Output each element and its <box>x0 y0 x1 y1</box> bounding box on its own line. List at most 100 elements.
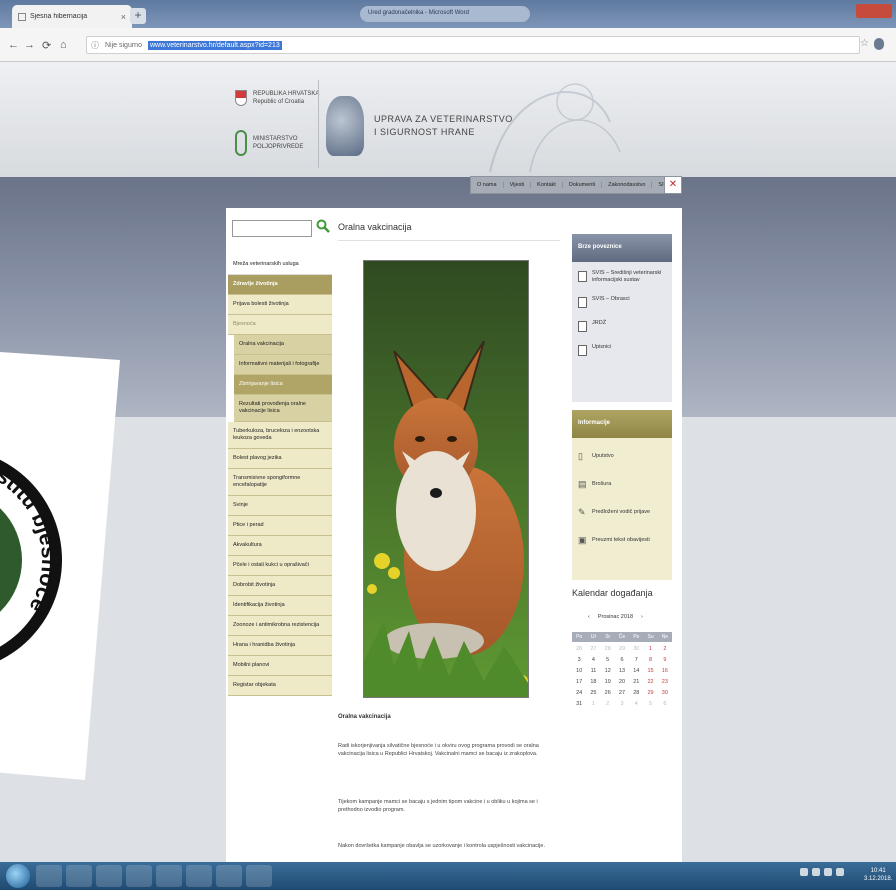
info-item[interactable]: ▤ Brošura <box>578 478 666 490</box>
browser-tab[interactable]: Sjesna hibernacija × <box>12 5 132 28</box>
calendar-day[interactable]: 12 <box>601 668 615 674</box>
calendar-day[interactable]: 3 <box>572 657 586 663</box>
calendar-day[interactable]: 4 <box>586 657 600 663</box>
logo-republic-croatia[interactable]: REPUBLIKA HRVATSKA Republic of Croatia <box>235 90 319 106</box>
leftnav-item[interactable]: Prijava bolesti životinja <box>228 295 332 315</box>
calendar-day[interactable]: 11 <box>586 668 600 674</box>
profile-icon[interactable] <box>874 38 884 50</box>
leftnav-item[interactable]: Identifikacija životinja <box>228 596 332 616</box>
leftnav-item[interactable]: Ptice i perad <box>228 516 332 536</box>
calendar-day[interactable]: 20 <box>615 679 629 685</box>
calendar-day[interactable]: 5 <box>601 657 615 663</box>
taskbar-media-icon[interactable] <box>96 865 122 887</box>
calendar-day[interactable]: 22 <box>643 679 657 685</box>
address-bar[interactable]: ⓘ Nije sigurno www.veterinarstvo.hr/defa… <box>86 36 860 54</box>
info-icon[interactable]: ⓘ <box>91 40 99 51</box>
start-button[interactable] <box>6 864 30 888</box>
leftnav-item[interactable]: Dobrobit životinja <box>228 576 332 596</box>
calendar-day[interactable]: 6 <box>615 657 629 663</box>
quick-link-item[interactable]: SVIS – Središnji veterinarski informacij… <box>578 270 666 284</box>
calendar-day[interactable]: 8 <box>643 657 657 663</box>
quick-link-item[interactable]: Upisnici <box>578 344 666 356</box>
back-icon[interactable]: ← <box>8 39 19 51</box>
taskbar-app-icon[interactable] <box>186 865 212 887</box>
calendar-day[interactable]: 7 <box>629 657 643 663</box>
topnav-item[interactable]: O nama <box>471 182 504 188</box>
calendar-day[interactable]: 14 <box>629 668 643 674</box>
logo-ministry[interactable]: MINISTARSTVO POLJOPRIVREDE <box>235 130 303 156</box>
calendar-day[interactable]: 26 <box>601 690 615 696</box>
language-flag-icon[interactable]: ✕ <box>664 176 682 194</box>
calendar-day[interactable]: 1 <box>643 646 657 652</box>
home-icon[interactable]: ⌂ <box>60 39 67 51</box>
forward-icon[interactable]: → <box>24 39 35 51</box>
taskbar-chrome-icon[interactable] <box>156 865 182 887</box>
url-text[interactable]: www.veterinarstvo.hr/default.aspx?id=213 <box>147 40 282 50</box>
calendar-day[interactable]: 16 <box>658 668 672 674</box>
info-item[interactable]: ▣ Preuzmi tekst obavijesti <box>578 534 666 546</box>
calendar-day[interactable]: 1 <box>586 701 600 707</box>
calendar-day[interactable]: 19 <box>601 679 615 685</box>
leftnav-item[interactable]: Hrana i hranidba životinja <box>228 636 332 656</box>
calendar-day[interactable]: 26 <box>572 646 586 652</box>
search-input[interactable] <box>232 220 312 237</box>
calendar-day[interactable]: 21 <box>629 679 643 685</box>
quick-link-item[interactable]: JRDŽ <box>578 320 666 332</box>
leftnav-item[interactable]: Informativni materijali i fotografije <box>234 355 332 375</box>
tray-network-icon[interactable] <box>824 868 832 876</box>
leftnav-item[interactable]: Registar objekata <box>228 676 332 696</box>
calendar-day[interactable]: 28 <box>601 646 615 652</box>
calendar-day[interactable]: 5 <box>643 701 657 707</box>
calendar-day[interactable]: 18 <box>586 679 600 685</box>
calendar-day[interactable]: 31 <box>572 701 586 707</box>
topnav-item[interactable]: Vijesti <box>504 182 532 188</box>
leftnav-item[interactable]: Pčele i ostali kukci u oprašivači <box>228 556 332 576</box>
topnav-item[interactable]: Kontakt <box>531 182 563 188</box>
calendar-day[interactable]: 13 <box>615 668 629 674</box>
calendar-day[interactable]: 10 <box>572 668 586 674</box>
tab-close-icon[interactable]: × <box>121 12 126 22</box>
leftnav-item[interactable]: Mobilni planovi <box>228 656 332 676</box>
tray-volume-icon[interactable] <box>836 868 844 876</box>
calendar-day[interactable]: 4 <box>629 701 643 707</box>
calendar-day[interactable]: 6 <box>658 701 672 707</box>
taskbar-ie-icon[interactable] <box>36 865 62 887</box>
calendar-day[interactable]: 2 <box>601 701 615 707</box>
leftnav-item[interactable]: Svinje <box>228 496 332 516</box>
taskbar-app-icon[interactable] <box>216 865 242 887</box>
quick-link-item[interactable]: SVIS – Obrasci <box>578 296 666 308</box>
info-item[interactable]: ✎ Predloženi vodič prijave <box>578 506 666 518</box>
taskbar-paint-icon[interactable] <box>246 865 272 887</box>
calendar-next-button[interactable]: › <box>641 614 643 620</box>
taskbar-explorer-icon[interactable] <box>66 865 92 887</box>
leftnav-item[interactable]: Rezultati provođenja oralne vakcinacije … <box>234 395 332 422</box>
new-tab-button[interactable]: + <box>130 8 146 24</box>
calendar-day[interactable]: 27 <box>586 646 600 652</box>
calendar-day[interactable]: 9 <box>658 657 672 663</box>
tray-icon[interactable] <box>812 868 820 876</box>
window-close-button[interactable] <box>856 4 892 18</box>
system-clock[interactable]: 10:41 3.12.2018. <box>864 867 892 883</box>
calendar-day[interactable]: 29 <box>615 646 629 652</box>
leftnav-item[interactable]: Zdravlje životinja <box>228 275 332 295</box>
taskbar-app-icon[interactable] <box>126 865 152 887</box>
calendar-day[interactable]: 30 <box>629 646 643 652</box>
bookmark-star-icon[interactable]: ☆ <box>860 38 869 49</box>
leftnav-item[interactable]: Zbrinjavanje lisica <box>234 375 332 395</box>
search-icon[interactable] <box>316 219 330 233</box>
reload-icon[interactable]: ⟳ <box>42 39 51 52</box>
calendar-day[interactable]: 29 <box>643 690 657 696</box>
leftnav-item[interactable]: Akvakultura <box>228 536 332 556</box>
calendar-prev-button[interactable]: ‹ <box>588 614 590 620</box>
leftnav-item[interactable]: Transmisivne spongiformne encefalopatije <box>228 469 332 496</box>
calendar-day[interactable]: 24 <box>572 690 586 696</box>
logo-uvsh[interactable]: UPRAVA ZA VETERINARSTVO I SIGURNOST HRAN… <box>326 96 513 156</box>
calendar-day[interactable]: 27 <box>615 690 629 696</box>
topnav-item[interactable]: Dokumenti <box>563 182 603 188</box>
leftnav-item[interactable]: Zoonoze i antimikrobna rezistencija <box>228 616 332 636</box>
calendar-day[interactable]: 25 <box>586 690 600 696</box>
leftnav-item[interactable]: Bolest plavog jezika <box>228 449 332 469</box>
calendar-day[interactable]: 3 <box>615 701 629 707</box>
info-item[interactable]: ▯ Uputstvo <box>578 450 666 462</box>
calendar-day[interactable]: 17 <box>572 679 586 685</box>
